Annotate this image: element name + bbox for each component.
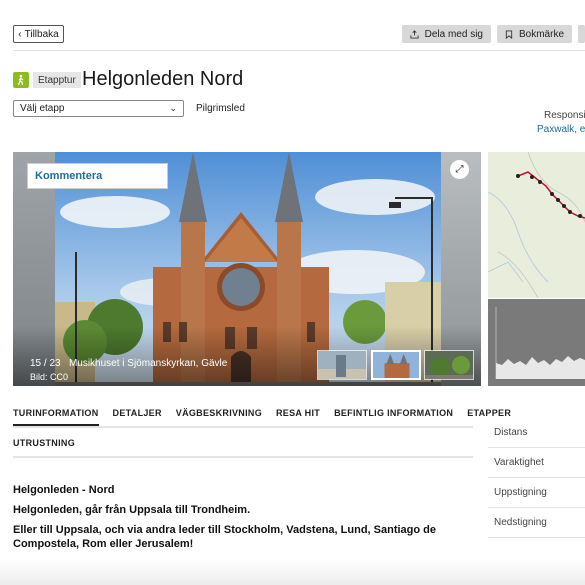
chevron-down-icon: ⌄ [169,103,177,113]
tab-turinformation[interactable]: TURINFORMATION [13,408,99,426]
route-map[interactable] [488,152,585,298]
share-icon [410,29,419,39]
description-heading: Helgonleden - Nord [13,484,115,496]
tab-vagbeskrivning[interactable]: VÄGBESKRIVNING [176,408,262,424]
hiking-icon [13,72,29,88]
bookmark-button[interactable]: Bokmärke [496,25,572,43]
tab-utrustning[interactable]: UTRUSTNING [13,438,75,454]
gallery-caption: 15 / 23 Musikhuset i Sjömanskyrkan, Gävl… [30,358,227,369]
responsible-link[interactable]: Paxwalk, ek [537,124,585,135]
gallery-thumbnail[interactable] [424,350,474,380]
gallery-thumbnail-active[interactable] [371,350,421,380]
image-credit: Bild: CC0 [30,372,69,382]
share-button-label: Dela med sig [424,28,483,40]
comment-button[interactable]: Kommentera [27,163,168,189]
tab-row-primary: TURINFORMATION DETALJER VÄGBESKRIVNING R… [13,408,511,428]
share-button[interactable]: Dela med sig [401,25,491,43]
image-gallery[interactable]: Kommentera ⤢ 15 / 23 Musikhuset i Sjöman… [13,152,481,386]
chevron-left-icon: ‹ [18,28,22,40]
bookmark-button-label: Bokmärke [518,28,564,40]
header-divider [13,50,585,51]
route-description: Helgonleden - Nord Helgonleden, går från… [13,483,478,557]
elevation-profile [488,299,585,386]
image-counter: 15 / 23 [30,358,61,369]
tab-row-secondary: UTRUSTNING [13,438,473,458]
info-tabs: TURINFORMATION DETALJER VÄGBESKRIVNING R… [13,408,511,458]
back-button-label: Tillbaka [24,28,59,40]
description-paragraph: Helgonleden, går från Uppsala till Trond… [13,504,251,516]
back-button[interactable]: ‹ Tillbaka [13,25,64,43]
gallery-thumbnail[interactable] [317,350,367,380]
stage-select[interactable]: Välj etapp ⌄ [13,100,184,117]
top-actions: Dela med sig Bokmärke [401,25,585,43]
expand-icon[interactable]: ⤢ [450,160,469,179]
stage-select-value: Välj etapp [20,103,65,114]
description-paragraph: Eller till Uppsala, och via andra leder … [13,524,436,550]
bottom-fade [0,559,585,585]
page-title: Helgonleden Nord [82,68,244,90]
fact-duration: Varaktighet [488,448,585,478]
route-category: Pilgrimsled [196,103,245,114]
tab-resa-hit[interactable]: RESA HIT [276,408,320,424]
fact-distance: Distans [488,418,585,448]
fact-descent: Nedstigning [488,508,585,538]
more-actions-button[interactable] [578,25,585,43]
tab-befintlig-information[interactable]: BEFINTLIG INFORMATION [334,408,453,424]
responsible-label: Responsib [544,110,585,121]
bookmark-icon [505,29,513,39]
route-type-badge: Etapptur [33,72,81,88]
image-caption: Musikhuset i Sjömanskyrkan, Gävle [68,358,228,369]
route-facts: Distans Varaktighet Uppstigning Nedstign… [488,418,585,538]
fact-ascent: Uppstigning [488,478,585,508]
tab-detaljer[interactable]: DETALJER [113,408,162,424]
